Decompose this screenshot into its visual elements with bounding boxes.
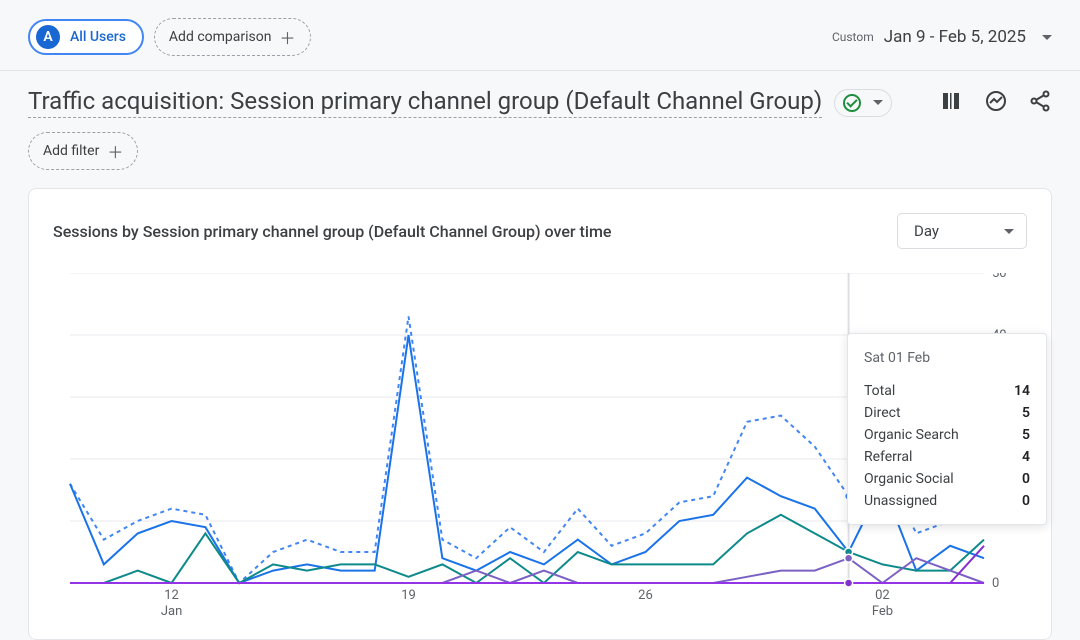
plus-icon: ＋: [107, 139, 123, 163]
granularity-value: Day: [914, 222, 939, 240]
tooltip-row: Unassigned0: [864, 490, 1030, 512]
share-icon[interactable]: [1028, 89, 1052, 117]
svg-text:Feb: Feb: [872, 604, 893, 619]
date-range-mode: Custom: [832, 30, 874, 44]
customize-columns-icon[interactable]: [940, 89, 964, 117]
audience-chip-label: All Users: [70, 29, 126, 45]
plus-icon: ＋: [279, 25, 295, 49]
svg-text:Jan: Jan: [161, 604, 182, 619]
chevron-down-icon: [1042, 35, 1052, 40]
tooltip-row: Total14: [864, 380, 1030, 402]
svg-text:26: 26: [638, 588, 653, 603]
tooltip-row: Organic Search5: [864, 424, 1030, 446]
svg-text:50: 50: [992, 273, 1007, 281]
add-filter-label: Add filter: [43, 143, 99, 159]
page-title[interactable]: Traffic acquisition: Session primary cha…: [28, 87, 822, 118]
svg-text:12: 12: [164, 588, 179, 603]
chart-card: Sessions by Session primary channel grou…: [28, 188, 1052, 640]
avatar: A: [36, 25, 60, 49]
status-menu[interactable]: [834, 89, 892, 117]
chart-title: Sessions by Session primary channel grou…: [53, 222, 611, 241]
tooltip-row: Referral4: [864, 446, 1030, 468]
tooltip-row: Direct5: [864, 402, 1030, 424]
chevron-down-icon: [1004, 229, 1014, 234]
granularity-select[interactable]: Day: [897, 213, 1027, 249]
date-range-picker[interactable]: Custom Jan 9 - Feb 5, 2025: [832, 27, 1052, 47]
check-circle-icon: [843, 94, 861, 112]
chart-tooltip: Sat 01 Feb Total14Direct5Organic Search5…: [847, 333, 1047, 525]
add-filter-button[interactable]: Add filter ＋: [28, 132, 138, 170]
svg-text:0: 0: [992, 576, 999, 591]
audience-chip-all-users[interactable]: A All Users: [28, 19, 144, 55]
add-comparison-button[interactable]: Add comparison ＋: [154, 18, 311, 56]
tooltip-date: Sat 01 Feb: [864, 350, 1030, 366]
svg-text:02: 02: [875, 588, 890, 603]
insights-icon[interactable]: [984, 89, 1008, 117]
tooltip-row: Organic Social0: [864, 468, 1030, 490]
date-range-value: Jan 9 - Feb 5, 2025: [884, 27, 1026, 47]
svg-text:19: 19: [401, 588, 416, 603]
chevron-down-icon: [873, 100, 883, 105]
add-comparison-label: Add comparison: [169, 29, 272, 45]
